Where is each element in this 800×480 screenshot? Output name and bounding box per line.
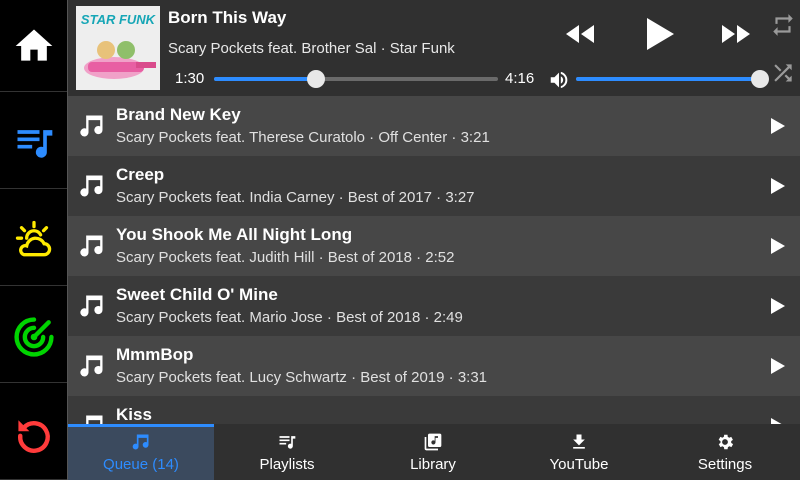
volume-slider[interactable]: [576, 70, 769, 88]
track-title: MmmBop: [116, 345, 194, 364]
tab-youtube[interactable]: YouTube: [506, 424, 652, 480]
volume-fill: [576, 77, 760, 81]
tab-label: Playlists: [259, 456, 315, 473]
play-icon: [771, 358, 785, 374]
music-note-icon: [80, 175, 103, 197]
album-art-logo: STAR FUNK: [81, 12, 157, 27]
play-track-button[interactable]: [770, 297, 786, 315]
rewind-button[interactable]: [564, 22, 596, 46]
now-playing-subtitle: Scary Pockets feat. Brother Sal · Star F…: [168, 40, 455, 57]
queue-item[interactable]: Sweet Child O' Mine Scary Pockets feat. …: [68, 276, 800, 336]
elapsed-time: 1:30: [175, 70, 205, 87]
music-note-icon: [80, 235, 103, 257]
track-title: You Shook Me All Night Long: [116, 225, 353, 244]
playlist-icon: [279, 436, 296, 449]
tab-label: Library: [410, 456, 456, 473]
tab-bar: Queue (14) Playlists Library YouTube Set…: [68, 424, 800, 480]
progress-handle[interactable]: [307, 70, 325, 88]
play-icon: [647, 18, 674, 50]
track-subtitle: Scary Pockets feat. Lucy Schwartz · Best…: [116, 369, 488, 386]
queue-item[interactable]: Kiss: [68, 396, 800, 424]
tab-queue[interactable]: Queue (14): [68, 424, 214, 480]
playlist-music-icon: [17, 129, 52, 158]
radar-button[interactable]: [0, 291, 67, 383]
tab-label: Settings: [697, 456, 753, 473]
music-note-icon: [86, 415, 103, 424]
track-title: Sweet Child O' Mine: [116, 285, 278, 304]
tab-label: YouTube: [549, 456, 609, 473]
play-track-button[interactable]: [770, 357, 786, 375]
queue-item[interactable]: Creep Scary Pockets feat. India Carney ·…: [68, 156, 800, 216]
volume-icon: [550, 71, 568, 89]
now-playing-panel: STAR FUNK Born This Way Scary Pockets fe…: [68, 0, 800, 97]
music-note-icon: [80, 295, 103, 317]
shuffle-button[interactable]: [770, 60, 796, 86]
tab-playlists[interactable]: Playlists: [214, 424, 360, 480]
volume-button[interactable]: [548, 69, 570, 91]
track-title: Brand New Key: [116, 105, 241, 124]
progress-fill: [214, 77, 316, 81]
gear-icon: [718, 434, 734, 450]
queue-item[interactable]: You Shook Me All Night Long Scary Pocket…: [68, 216, 800, 276]
weather-partly-cloudy-icon: [15, 220, 51, 256]
fast-forward-button[interactable]: [720, 22, 752, 46]
album-art: STAR FUNK: [76, 6, 160, 90]
weather-button[interactable]: [0, 194, 67, 286]
music-player-button[interactable]: [0, 97, 67, 189]
tab-settings[interactable]: Settings: [652, 424, 798, 480]
play-icon: [771, 178, 785, 194]
track-title: Kiss: [116, 405, 152, 424]
fast-forward-icon: [722, 25, 750, 43]
queue-list[interactable]: Brand New Key Scary Pockets feat. Theres…: [68, 96, 800, 424]
home-icon: [15, 29, 52, 61]
progress-slider[interactable]: [214, 70, 498, 88]
play-icon: [771, 238, 785, 254]
shuffle-icon: [774, 64, 792, 82]
play-icon: [771, 298, 785, 314]
track-subtitle: Scary Pockets feat. Judith Hill · Best o…: [116, 249, 455, 266]
restart-button[interactable]: [0, 388, 67, 480]
music-note-icon: [80, 115, 103, 137]
play-track-button[interactable]: [770, 117, 786, 135]
music-note-icon: [132, 434, 149, 450]
library-icon: [424, 433, 442, 451]
play-icon: [771, 118, 785, 134]
play-button[interactable]: [644, 16, 676, 52]
queue-item[interactable]: Brand New Key Scary Pockets feat. Theres…: [68, 96, 800, 156]
play-track-button[interactable]: [770, 417, 786, 424]
music-note-icon: [80, 355, 103, 377]
track-subtitle: Scary Pockets feat. Therese Curatolo · O…: [116, 129, 490, 146]
download-icon: [573, 434, 585, 449]
sidebar: [0, 0, 68, 480]
track-title: Creep: [116, 165, 165, 184]
queue-item[interactable]: MmmBop Scary Pockets feat. Lucy Schwartz…: [68, 336, 800, 396]
home-button[interactable]: [0, 0, 67, 92]
tab-label: Queue (14): [103, 456, 179, 473]
play-track-button[interactable]: [770, 177, 786, 195]
restart-icon: [17, 419, 50, 453]
total-time: 4:16: [505, 70, 535, 87]
volume-handle[interactable]: [751, 70, 769, 88]
radar-icon: [13, 316, 54, 357]
repeat-button[interactable]: [770, 12, 796, 38]
tab-library[interactable]: Library: [360, 424, 506, 480]
track-subtitle: Scary Pockets feat. India Carney · Best …: [116, 189, 475, 206]
play-track-button[interactable]: [770, 237, 786, 255]
repeat-icon: [773, 14, 793, 36]
track-subtitle: Scary Pockets feat. Mario Jose · Best of…: [116, 309, 463, 326]
rewind-icon: [566, 25, 594, 43]
now-playing-title: Born This Way: [168, 8, 287, 27]
